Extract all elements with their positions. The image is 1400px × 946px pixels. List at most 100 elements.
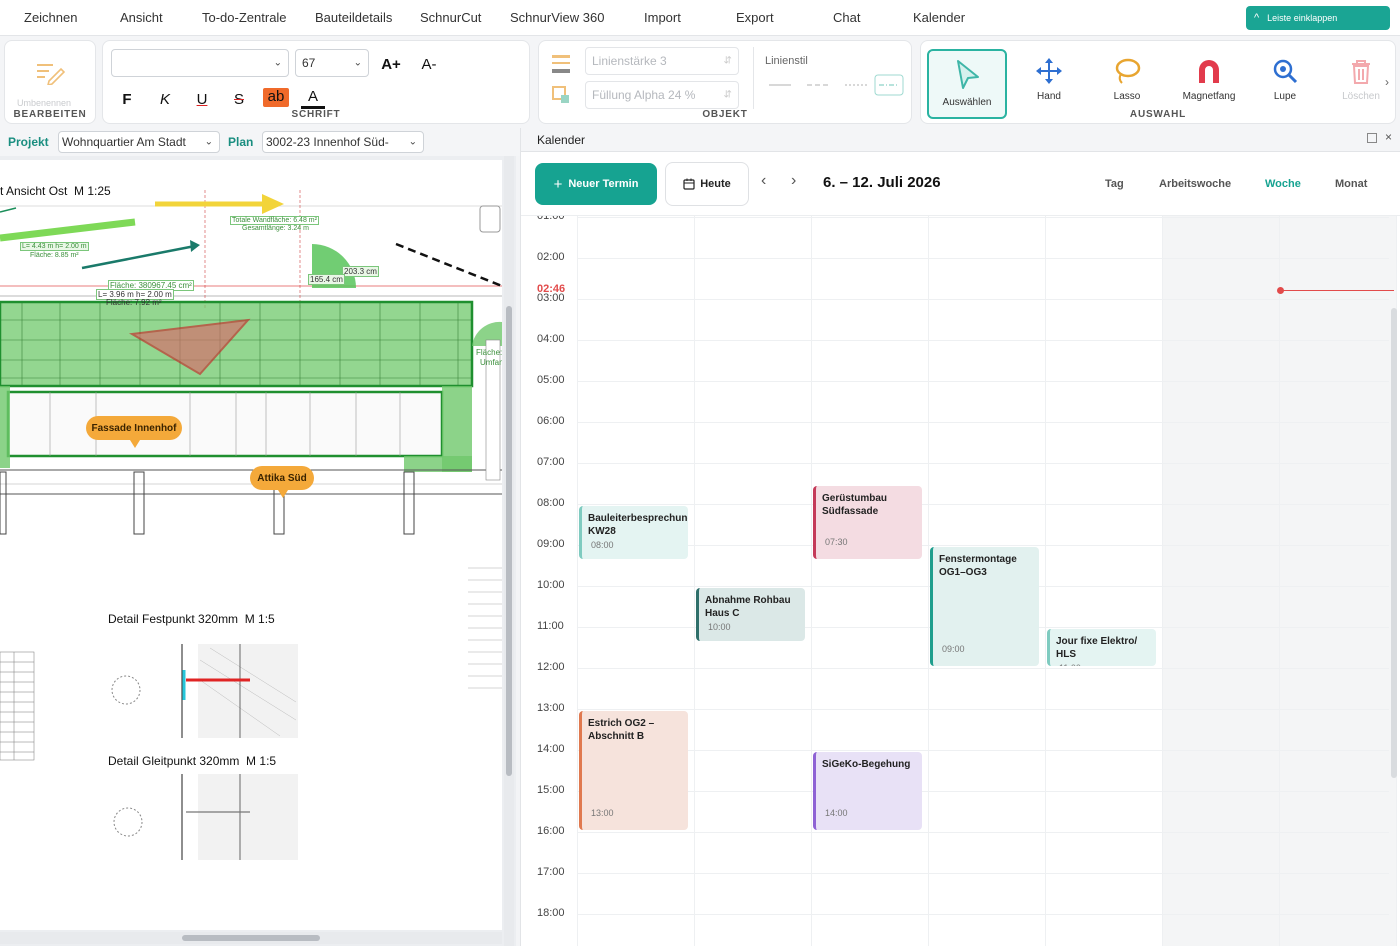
hour-label: 07:00 — [537, 456, 565, 468]
highlight-button[interactable]: ab — [263, 88, 289, 107]
hour-line — [577, 832, 1389, 833]
menu-bauteildetails[interactable]: Bauteildetails — [315, 10, 392, 25]
move-icon — [1036, 58, 1062, 84]
hour-line — [577, 381, 1389, 382]
new-event-button[interactable]: + Neuer Termin — [535, 163, 657, 205]
menu-chat[interactable]: Chat — [833, 10, 860, 25]
calendar-scrollbar[interactable] — [1391, 308, 1397, 778]
day-divider — [1045, 216, 1046, 946]
event-title: SiGeKo-Begehung — [822, 759, 911, 770]
calendar-event[interactable]: Gerüstumbau Südfassade 07:30 — [813, 485, 922, 560]
collapse-ribbon-button[interactable]: ^ Leiste einklappen — [1246, 6, 1390, 30]
plan-select[interactable]: 3002-23 Innenhof Süd- ⌄ — [262, 131, 424, 153]
chevron-down-icon: ⌄ — [273, 57, 282, 69]
line-width-input[interactable]: Linienstärke 3 ⇵ — [585, 47, 739, 75]
view-arbeitswoche[interactable]: Arbeitswoche — [1159, 178, 1231, 190]
hour-label: 11:00 — [537, 620, 564, 632]
underline-button[interactable]: U — [190, 91, 214, 108]
line-width-icon — [552, 55, 570, 73]
calendar-event[interactable]: SiGeKo-Begehung 14:00 — [813, 752, 922, 830]
calendar-event[interactable]: Estrich OG2 – Abschnitt B 13:00 — [579, 711, 688, 830]
menu-kalender[interactable]: Kalender — [913, 10, 965, 25]
marker-attika-sued[interactable]: Attika Süd — [250, 466, 314, 490]
font-size-select[interactable]: 67 ⌄ — [295, 49, 369, 77]
calendar-event[interactable]: Abnahme Rohbau Haus C 10:00 — [696, 588, 805, 642]
chevron-right-icon[interactable]: › — [1385, 75, 1389, 89]
calendar-event[interactable]: Jour fixe Elektro/ HLS 11:00 — [1047, 629, 1156, 666]
hour-line — [577, 873, 1389, 874]
calendar-week-grid[interactable]: 01:00 02:00 03:00 04:00 05:00 06:00 07:00 08:00… — [521, 216, 1400, 946]
today-button[interactable]: Heute — [665, 162, 749, 206]
scroll-thumb[interactable] — [506, 306, 512, 776]
marker-label: Fassade Innenhof — [91, 422, 177, 434]
rename-button[interactable]: Umbenennen — [17, 98, 71, 108]
fill-alpha-input[interactable]: Füllung Alpha 24 % ⇵ — [585, 81, 739, 109]
view-title: t Ansicht Ost M 1:25 — [0, 184, 111, 198]
menu-schnurcut[interactable]: SchnurCut — [420, 10, 481, 25]
plan-vertical-scrollbar[interactable] — [504, 156, 514, 946]
hour-line — [577, 299, 1389, 300]
dim-label: 203.3 cm — [342, 266, 379, 277]
marker-pointer — [278, 490, 288, 498]
menu-todo[interactable]: To-do-Zentrale — [202, 10, 287, 25]
event-time: 11:00 — [1059, 663, 1081, 666]
font-grow-button[interactable]: A+ — [379, 56, 403, 73]
view-tag[interactable]: Tag — [1105, 178, 1124, 190]
calendar-event[interactable]: Fenstermontage OG1–OG3 09:00 — [930, 547, 1039, 666]
marker-label: Attika Süd — [257, 472, 307, 484]
hour-label: 15:00 — [537, 784, 565, 796]
bold-button[interactable]: F — [115, 91, 139, 108]
hour-label: 02:00 — [537, 251, 565, 263]
menu-schnurview[interactable]: SchnurView 360 — [510, 10, 604, 25]
weekend-column — [1279, 216, 1396, 946]
group-schrift: ⌄ 67 ⌄ A+ A- F K U S ab A SCHRIFT — [102, 40, 530, 124]
font-family-select[interactable]: ⌄ — [111, 49, 289, 77]
font-shrink-button[interactable]: A- — [417, 56, 441, 73]
italic-button[interactable]: K — [153, 91, 177, 108]
maximize-icon[interactable] — [1367, 133, 1377, 143]
menu-export[interactable]: Export — [736, 10, 774, 25]
day-divider — [928, 216, 929, 946]
view-monat[interactable]: Monat — [1335, 178, 1367, 190]
view-woche[interactable]: Woche — [1265, 178, 1301, 190]
collapse-label: Leiste einklappen — [1267, 13, 1338, 23]
hour-line — [577, 463, 1389, 464]
line-style-options[interactable] — [765, 73, 905, 97]
day-divider — [577, 216, 578, 946]
tool-label: Lasso — [1113, 91, 1141, 102]
event-time: 09:00 — [942, 644, 965, 654]
scroll-thumb[interactable] — [182, 935, 320, 941]
hour-line — [577, 914, 1389, 915]
close-icon[interactable]: × — [1385, 130, 1392, 144]
menu-bar: Zeichnen Ansicht To-do-Zentrale Bauteild… — [0, 0, 1400, 36]
plan-canvas[interactable]: t Ansicht Ost M 1:25 L= 4.43 m h= 2.00 m… — [0, 160, 502, 930]
font-color-button[interactable]: A — [301, 88, 325, 109]
calendar-event[interactable]: Bauleiterbesprechung KW28 08:00 — [579, 506, 688, 560]
menu-import[interactable]: Import — [644, 10, 681, 25]
dim-label: Fläche: — [476, 348, 502, 357]
next-week-button[interactable]: › — [791, 172, 796, 190]
menu-ansicht[interactable]: Ansicht — [120, 10, 163, 25]
tool-label: Löschen — [1342, 91, 1380, 102]
tool-label: Magnetfang — [1182, 91, 1236, 102]
dim-label: Umfan — [480, 358, 502, 367]
event-title: Gerüstumbau Südfassade — [822, 492, 888, 517]
project-label: Projekt — [8, 135, 49, 149]
hour-label: 09:00 — [537, 538, 565, 550]
prev-week-button[interactable]: ‹ — [761, 172, 766, 190]
fill-icon — [552, 86, 569, 103]
hour-line — [577, 668, 1389, 669]
strikethrough-button[interactable]: S — [227, 91, 251, 108]
project-select[interactable]: Wohnquartier Am Stadt ⌄ — [58, 131, 220, 153]
lasso-icon — [1115, 58, 1141, 84]
plan-horizontal-scrollbar[interactable] — [0, 932, 502, 944]
hour-label: 10:00 — [537, 579, 565, 591]
day-divider — [811, 216, 812, 946]
hour-line — [577, 750, 1389, 751]
day-divider — [1162, 216, 1163, 946]
stepper-icon: ⇵ — [723, 89, 732, 101]
menu-zeichnen[interactable]: Zeichnen — [24, 10, 77, 25]
plan-drawing[interactable] — [0, 160, 502, 930]
marker-fassade-innenhof[interactable]: Fassade Innenhof — [86, 416, 182, 440]
hour-label: 16:00 — [537, 825, 565, 837]
